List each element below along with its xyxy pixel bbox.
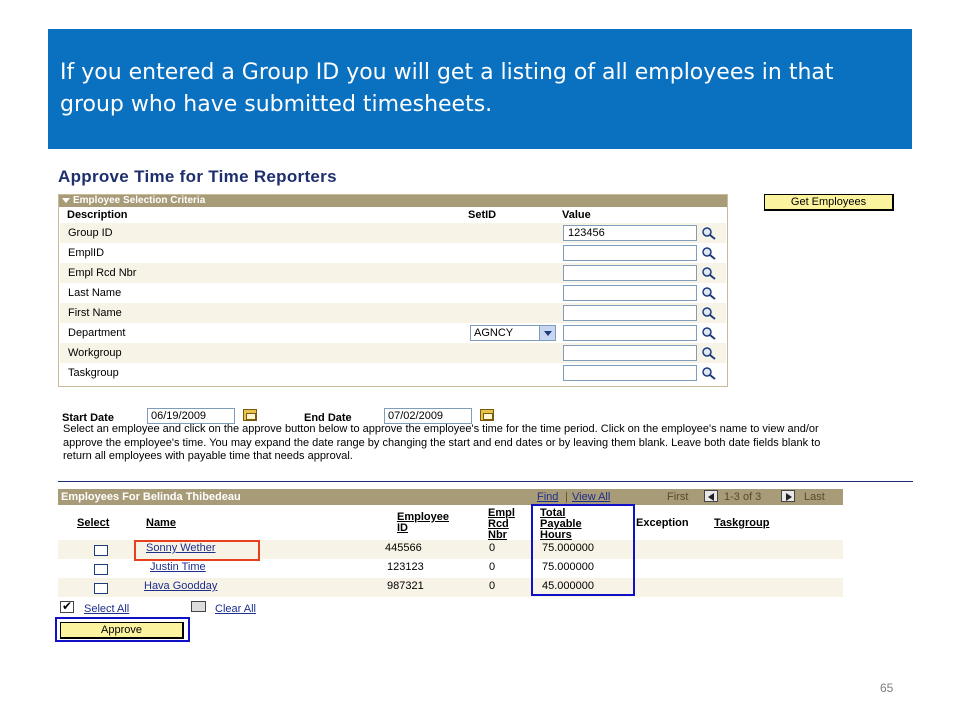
criteria-row-emplid: EmplID bbox=[60, 243, 726, 263]
employees-grid: Employees For Belinda Thibedeau Find | V… bbox=[58, 489, 843, 597]
approve-button[interactable]: Approve bbox=[60, 622, 184, 639]
criteria-row-group-id: Group ID 123456 bbox=[60, 223, 726, 243]
criteria-header[interactable]: Employee Selection Criteria bbox=[59, 195, 727, 207]
criteria-header-label: Employee Selection Criteria bbox=[73, 195, 206, 206]
calendar-icon[interactable] bbox=[480, 409, 494, 421]
lookup-icon[interactable] bbox=[701, 326, 717, 340]
select-all-checkbox-icon[interactable] bbox=[60, 599, 74, 613]
workgroup-input[interactable] bbox=[563, 345, 697, 361]
employee-name-link[interactable]: Hava Goodday bbox=[144, 580, 217, 592]
group-id-input[interactable]: 123456 bbox=[563, 225, 697, 241]
total-payable-hours: 45.000000 bbox=[542, 580, 594, 592]
criteria-row-department: Department AGNCY bbox=[60, 323, 726, 343]
lookup-icon[interactable] bbox=[701, 306, 717, 320]
header-taskgroup[interactable]: Taskgroup bbox=[714, 518, 769, 529]
table-row: Hava Goodday 987321 0 45.000000 bbox=[58, 578, 843, 597]
employee-selection-criteria: Employee Selection Criteria Description … bbox=[58, 194, 728, 387]
table-row: Sonny Wether 445566 0 75.000000 bbox=[58, 540, 843, 559]
total-payable-hours: 75.000000 bbox=[542, 561, 594, 573]
lookup-icon[interactable] bbox=[701, 226, 717, 240]
table-row: Justin Time 123123 0 75.000000 bbox=[58, 559, 843, 578]
last-label[interactable]: Last bbox=[804, 491, 825, 503]
criteria-label: EmplID bbox=[68, 247, 105, 259]
peoplesoft-screenshot: Approve Time for Time Reporters Employee… bbox=[0, 0, 960, 720]
department-input[interactable] bbox=[563, 325, 697, 341]
taskgroup-input[interactable] bbox=[563, 365, 697, 381]
criteria-row-empl-rcd-nbr: Empl Rcd Nbr bbox=[60, 263, 726, 283]
lookup-icon[interactable] bbox=[701, 286, 717, 300]
criteria-row-last-name: Last Name bbox=[60, 283, 726, 303]
view-all-link[interactable]: View All bbox=[572, 491, 610, 503]
clear-all-box-icon[interactable] bbox=[191, 601, 206, 612]
calendar-icon[interactable] bbox=[243, 409, 257, 421]
lookup-icon[interactable] bbox=[701, 246, 717, 260]
employee-name-link[interactable]: Sonny Wether bbox=[146, 542, 216, 554]
header-name[interactable]: Name bbox=[146, 518, 176, 529]
empl-rcd-nbr-input[interactable] bbox=[563, 265, 697, 281]
select-checkbox[interactable] bbox=[94, 545, 108, 556]
empl-rcd-nbr: 0 bbox=[489, 542, 496, 554]
criteria-row-taskgroup: Taskgroup bbox=[60, 363, 726, 383]
get-employees-button[interactable]: Get Employees bbox=[764, 194, 894, 211]
employee-id: 445566 bbox=[385, 542, 422, 554]
previous-arrow-icon[interactable] bbox=[704, 490, 718, 502]
criteria-label: Department bbox=[68, 327, 126, 339]
criteria-row-workgroup: Workgroup bbox=[60, 343, 726, 363]
first-label[interactable]: First bbox=[667, 491, 688, 503]
first-name-input[interactable] bbox=[563, 305, 697, 321]
criteria-label: Workgroup bbox=[68, 347, 122, 359]
find-link[interactable]: Find bbox=[537, 491, 558, 503]
criteria-label: First Name bbox=[68, 307, 122, 319]
employee-name-link[interactable]: Justin Time bbox=[150, 561, 206, 573]
employee-id: 987321 bbox=[387, 580, 424, 592]
instructions-text: Select an employee and click on the appr… bbox=[63, 423, 821, 462]
col-setid: SetID bbox=[468, 209, 497, 221]
clear-all-link[interactable]: Clear All bbox=[215, 603, 256, 615]
lookup-icon[interactable] bbox=[701, 366, 717, 380]
department-setid-value: AGNCY bbox=[474, 327, 514, 339]
lookup-icon[interactable] bbox=[701, 346, 717, 360]
criteria-label: Last Name bbox=[68, 287, 122, 299]
divider bbox=[58, 481, 913, 482]
chevron-down-icon[interactable] bbox=[539, 326, 555, 340]
page-title: Approve Time for Time Reporters bbox=[58, 167, 337, 186]
select-checkbox[interactable] bbox=[94, 564, 108, 575]
empl-rcd-nbr: 0 bbox=[489, 561, 496, 573]
select-all-link[interactable]: Select All bbox=[84, 603, 129, 615]
slide-number: 65 bbox=[880, 681, 894, 695]
grid-title: Employees For Belinda Thibedeau bbox=[61, 491, 241, 503]
emplid-input[interactable] bbox=[563, 245, 697, 261]
lookup-icon[interactable] bbox=[701, 266, 717, 280]
collapse-triangle-icon[interactable] bbox=[62, 198, 70, 203]
next-arrow-icon[interactable] bbox=[781, 490, 795, 502]
empl-rcd-nbr: 0 bbox=[489, 580, 496, 592]
header-exception: Exception bbox=[636, 517, 689, 529]
employee-id: 123123 bbox=[387, 561, 424, 573]
row-range: 1-3 of 3 bbox=[724, 491, 762, 503]
criteria-label: Group ID bbox=[68, 227, 113, 239]
grid-header: Employees For Belinda Thibedeau Find | V… bbox=[58, 489, 843, 505]
col-value: Value bbox=[562, 209, 591, 221]
col-description: Description bbox=[67, 209, 128, 221]
last-name-input[interactable] bbox=[563, 285, 697, 301]
end-date-input[interactable]: 07/02/2009 bbox=[384, 408, 472, 424]
total-payable-hours: 75.000000 bbox=[542, 542, 594, 554]
criteria-row-first-name: First Name bbox=[60, 303, 726, 323]
start-date-input[interactable]: 06/19/2009 bbox=[147, 408, 235, 424]
header-employee-id-line2[interactable]: ID bbox=[397, 523, 408, 534]
criteria-label: Taskgroup bbox=[68, 367, 119, 379]
department-setid-select[interactable]: AGNCY bbox=[470, 325, 556, 341]
header-select: Select bbox=[77, 517, 110, 529]
criteria-label: Empl Rcd Nbr bbox=[68, 267, 137, 279]
select-checkbox[interactable] bbox=[94, 583, 108, 594]
nav-separator: | bbox=[565, 491, 568, 503]
